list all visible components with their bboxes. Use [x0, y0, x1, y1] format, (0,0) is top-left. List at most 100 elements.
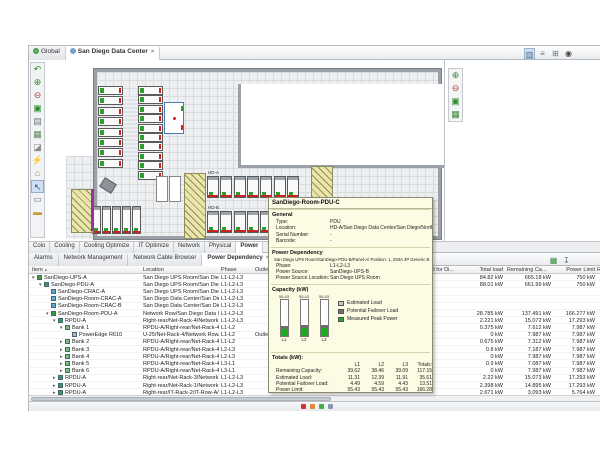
rack[interactable]: [234, 176, 246, 198]
column-header-2[interactable]: Phase: [221, 267, 253, 273]
power-icon[interactable]: ⚡: [31, 154, 44, 167]
column-header-6[interactable]: Remaining Ca...: [507, 267, 551, 273]
view-tab-alarms[interactable]: Alarms: [29, 253, 59, 266]
rack[interactable]: [138, 133, 163, 142]
hierarchy-icon[interactable]: ⊞: [550, 48, 561, 59]
rack-power-alarm-marker: [159, 107, 161, 112]
rack[interactable]: [247, 176, 259, 198]
rectangle-tool-icon[interactable]: ▭: [31, 193, 44, 206]
rack[interactable]: [220, 176, 232, 198]
rack[interactable]: [138, 86, 163, 95]
fit-view-icon[interactable]: ▣: [449, 95, 462, 108]
general-value: -: [330, 238, 332, 244]
phase-cell: L2-L3: [221, 347, 253, 353]
rack[interactable]: [132, 206, 141, 234]
grid-icon[interactable]: ▦: [449, 108, 462, 121]
eraser-icon[interactable]: ◪: [31, 141, 44, 154]
item-label: SanDiego-UPS-A: [44, 275, 87, 281]
rack[interactable]: [98, 138, 123, 147]
column-header-7[interactable]: Power Limit: [553, 267, 595, 273]
totals-col-header: L1: [336, 362, 360, 368]
remaining-ca--cell: 665.18 kW: [507, 275, 551, 281]
capacity-bar: 55.43L2: [296, 294, 312, 343]
column-header-0[interactable]: Item ▲: [32, 267, 140, 273]
print-icon[interactable]: ▤: [31, 115, 44, 128]
rack[interactable]: [98, 117, 123, 126]
close-icon[interactable]: ×: [151, 49, 155, 55]
outline-icon[interactable]: ≡: [537, 48, 548, 59]
zoom-in-icon[interactable]: ⊕: [449, 69, 462, 82]
layers-icon[interactable]: ▦: [31, 128, 44, 141]
rack[interactable]: [207, 176, 219, 198]
rack[interactable]: [138, 161, 163, 170]
world-icon[interactable]: ◉: [563, 48, 574, 59]
rack[interactable]: [138, 124, 163, 133]
door-leaf[interactable]: [169, 176, 181, 202]
measure-tool-icon[interactable]: ▬: [31, 206, 44, 219]
fit-view-icon[interactable]: ▣: [31, 102, 44, 115]
rack[interactable]: [102, 206, 111, 234]
bar-phase-label: L1: [276, 337, 292, 343]
map-tab-colo[interactable]: Colo: [29, 242, 50, 253]
rack[interactable]: [138, 114, 163, 123]
rack[interactable]: [138, 95, 163, 104]
map-tab-cooling-optimize[interactable]: Cooling Optimize: [80, 242, 135, 253]
editor-tab-san-diego-data-center[interactable]: San Diego Data Center×: [66, 46, 161, 60]
map-tab-cooling[interactable]: Cooling: [50, 242, 79, 253]
zoom-out-icon[interactable]: ⊖: [449, 82, 462, 95]
rack-top-panel: [248, 212, 258, 215]
home-icon[interactable]: ⌂: [31, 167, 44, 180]
rack[interactable]: [274, 176, 286, 198]
zoom-in-icon[interactable]: ⊕: [31, 76, 44, 89]
column-header-5[interactable]: Total load: [461, 267, 503, 273]
map-tab-physical[interactable]: Physical: [205, 242, 236, 253]
rack[interactable]: [220, 211, 232, 233]
view-tab-power-dependency[interactable]: Power Dependency×: [202, 253, 275, 266]
rack[interactable]: [98, 159, 123, 168]
bar-gauge: [320, 299, 329, 337]
rack[interactable]: [98, 86, 123, 95]
map-tab-it-optimize[interactable]: IT Optimize: [134, 242, 174, 253]
editor-tab-global[interactable]: Global: [29, 46, 66, 60]
totals-heading: Totals (kW):: [272, 355, 429, 361]
rack[interactable]: [287, 176, 299, 198]
rack[interactable]: [98, 148, 123, 157]
rack[interactable]: [138, 105, 163, 114]
rack[interactable]: [98, 128, 123, 137]
undo-icon[interactable]: ↶: [31, 63, 44, 76]
door-leaf[interactable]: [156, 176, 168, 202]
select-cursor-icon[interactable]: ↖: [31, 180, 44, 193]
map-tab-network[interactable]: Network: [174, 242, 205, 253]
general-heading: General: [272, 212, 429, 218]
rack[interactable]: [138, 152, 163, 161]
rack[interactable]: [112, 206, 121, 234]
rack[interactable]: [122, 206, 131, 234]
rack[interactable]: [98, 96, 123, 105]
column-header-1[interactable]: Location: [143, 267, 219, 273]
total-load-cell: 0 kW: [461, 368, 503, 374]
view-tab-network-cable-browser[interactable]: Network Cable Browser: [128, 253, 202, 266]
warning-indicator: [310, 404, 315, 409]
crac-icon: [51, 296, 56, 301]
layout-icon[interactable]: ▥: [524, 48, 535, 59]
rack[interactable]: [98, 107, 123, 116]
rack[interactable]: [247, 211, 259, 233]
table-icon[interactable]: ▦: [548, 255, 559, 266]
floor-pdu-unit[interactable]: [164, 102, 184, 134]
device-tooltip-panel: SanDiego-Room-PDU-C General Type:PDULoca…: [268, 197, 433, 393]
rack[interactable]: [138, 142, 163, 151]
rack[interactable]: [260, 176, 272, 198]
export-icon[interactable]: ↧: [561, 255, 572, 266]
zoom-out-icon[interactable]: ⊖: [31, 89, 44, 102]
rack-top-panel: [208, 177, 218, 180]
view-tab-label: Network Management: [64, 255, 123, 261]
rack-power-ok-marker: [100, 150, 104, 155]
row-label-hd-b: HD-B: [208, 205, 219, 210]
map-tab-power[interactable]: Power: [236, 242, 263, 253]
rack[interactable]: [207, 211, 219, 233]
rack[interactable]: [234, 211, 246, 233]
view-tab-network-management[interactable]: Network Management: [59, 253, 129, 266]
rack-top-panel: [235, 212, 245, 215]
rack-power-alarm-marker: [119, 140, 121, 145]
total-load-cell: 0.675 kW: [461, 339, 503, 345]
